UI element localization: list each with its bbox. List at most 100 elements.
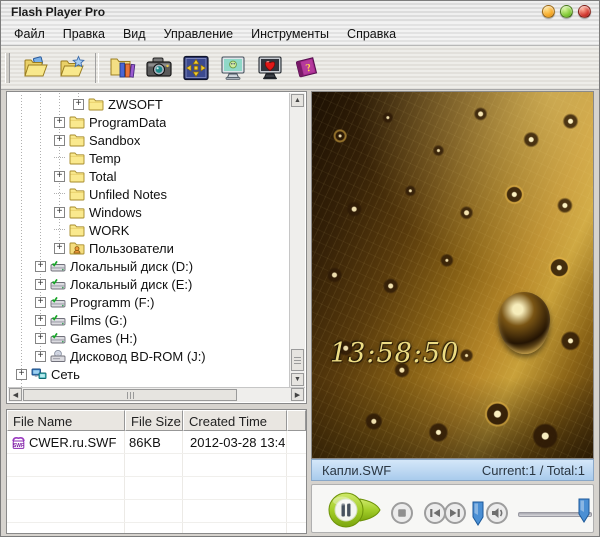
menu-help[interactable]: Справка: [338, 23, 405, 45]
menu-control[interactable]: Управление: [155, 23, 243, 45]
svg-text:SWF: SWF: [13, 443, 24, 449]
current-file-label: Капли.SWF: [322, 462, 392, 478]
stop-button[interactable]: [391, 502, 413, 524]
add-folder-button[interactable]: [54, 49, 91, 86]
previous-button[interactable]: [424, 502, 446, 524]
tree-item-2[interactable]: + Sandbox: [8, 131, 289, 149]
tree-item-7[interactable]: WORK: [8, 221, 289, 239]
expand-plus-icon[interactable]: +: [16, 368, 27, 380]
open-file-button[interactable]: [17, 49, 54, 86]
expand-plus-icon[interactable]: +: [54, 206, 65, 218]
wallpaper-button[interactable]: [251, 49, 288, 86]
minimize-button[interactable]: [542, 5, 555, 18]
scroll-left-button[interactable]: ◀: [9, 388, 22, 401]
tree-item-6[interactable]: + Windows: [8, 203, 289, 221]
volume-slider[interactable]: [518, 495, 592, 527]
app-window: Flash Player Pro Файл Правка Вид Управление…: [0, 0, 600, 537]
folder-icon: [69, 169, 85, 183]
volume-slider-thumb[interactable]: [578, 498, 590, 523]
tree-item-label: Локальный диск (D:): [70, 258, 194, 274]
camera-icon: [145, 55, 173, 81]
tree-item-15[interactable]: + Сеть: [8, 365, 289, 383]
playlist-counter: Current:1 / Total:1: [481, 462, 585, 478]
folder-tree: + ZWSOFT + ProgramData + Sandbox Temp + Total Unf…: [8, 93, 289, 387]
empty-row: [7, 500, 306, 523]
column-header-0[interactable]: File Name: [7, 410, 125, 431]
expand-plus-icon[interactable]: +: [54, 170, 65, 182]
tree-item-label: Локальный диск (E:): [70, 276, 193, 292]
down-arrow-icon: ▼: [294, 376, 301, 383]
next-button[interactable]: [444, 502, 466, 524]
tree-horizontal-scrollbar[interactable]: ◀ ▶: [8, 387, 305, 402]
toolbar-gripper[interactable]: [5, 52, 10, 83]
fullscreen-button[interactable]: [177, 49, 214, 86]
tree-item-1[interactable]: + ProgramData: [8, 113, 289, 131]
scroll-right-button[interactable]: ▶: [291, 388, 304, 401]
fullscreen-icon: [182, 55, 210, 81]
tree-item-10[interactable]: + Локальный диск (E:): [8, 275, 289, 293]
expand-plus-icon[interactable]: +: [35, 332, 46, 344]
expand-plus-icon[interactable]: +: [73, 98, 84, 110]
menu-view[interactable]: Вид: [114, 23, 155, 45]
menu-tools[interactable]: Инструменты: [242, 23, 338, 45]
play-pause-button[interactable]: [326, 490, 384, 530]
tree-item-14[interactable]: + Дисковод BD-ROM (J:): [8, 347, 289, 365]
tree-item-13[interactable]: + Games (H:): [8, 329, 289, 347]
column-header-1[interactable]: File Size: [125, 410, 183, 431]
expand-plus-icon[interactable]: +: [35, 314, 46, 326]
library-button[interactable]: [103, 49, 140, 86]
disk-icon: [50, 277, 66, 291]
scroll-up-button[interactable]: ▲: [291, 94, 304, 107]
scroll-down-button[interactable]: ▼: [291, 373, 304, 386]
file-name: CWER.ru.SWF: [29, 434, 117, 450]
empty-row: [7, 523, 306, 533]
column-header-filler: [287, 410, 306, 431]
tree-item-label: Unfiled Notes: [89, 186, 168, 202]
expand-plus-icon[interactable]: +: [35, 296, 46, 308]
tree-item-5[interactable]: Unfiled Notes: [8, 185, 289, 203]
expand-plus-icon[interactable]: +: [35, 260, 46, 272]
water-droplet: [498, 292, 550, 354]
flash-stage[interactable]: 13:58:50: [311, 91, 594, 459]
capture-button[interactable]: [140, 49, 177, 86]
file-list-body: SWF CWER.ru.SWF 86KB 2012-03-28 13:41: [7, 431, 306, 533]
volume-icon: [486, 502, 508, 524]
titlebar[interactable]: Flash Player Pro: [1, 1, 599, 23]
expand-plus-icon[interactable]: +: [35, 350, 46, 362]
menu-edit[interactable]: Правка: [54, 23, 114, 45]
file-list-panel: File Name File Size Created Time SWF CWER.r…: [6, 409, 307, 534]
expand-plus-icon[interactable]: +: [54, 242, 65, 254]
file-name-cell: SWF CWER.ru.SWF: [7, 431, 125, 453]
tree-item-0[interactable]: + ZWSOFT: [8, 95, 289, 113]
expand-plus-icon[interactable]: +: [54, 116, 65, 128]
tree-item-3[interactable]: Temp: [8, 149, 289, 167]
file-row[interactable]: SWF CWER.ru.SWF 86KB 2012-03-28 13:41: [7, 431, 306, 454]
tree-item-label: Сеть: [51, 366, 80, 382]
column-header-2[interactable]: Created Time: [183, 410, 287, 431]
progress-handle[interactable]: [472, 501, 484, 526]
users-folder-icon: [69, 241, 85, 255]
maximize-button[interactable]: [560, 5, 573, 18]
file-created: 2012-03-28 13:41: [183, 431, 287, 453]
screensaver-button[interactable]: [214, 49, 251, 86]
help-button[interactable]: ?: [288, 49, 325, 86]
horizontal-scroll-thumb[interactable]: [23, 389, 237, 401]
expand-plus-icon[interactable]: +: [35, 278, 46, 290]
folder-tree-panel: + ZWSOFT + ProgramData + Sandbox Temp + Total Unf…: [6, 91, 307, 404]
tree-item-9[interactable]: + Локальный диск (D:): [8, 257, 289, 275]
folder-star-icon: [59, 54, 87, 81]
monitor-heart-icon: [256, 55, 284, 81]
tree-item-11[interactable]: + Programm (F:): [8, 293, 289, 311]
disk-icon: [50, 295, 66, 309]
menu-file[interactable]: Файл: [5, 23, 54, 45]
tree-vertical-scrollbar[interactable]: ▲ ▼: [289, 93, 305, 387]
close-button[interactable]: [578, 5, 591, 18]
expand-plus-icon[interactable]: +: [54, 134, 65, 146]
file-list-header: File Name File Size Created Time: [7, 410, 306, 431]
volume-button[interactable]: [486, 502, 508, 524]
folder-icon: [69, 151, 85, 165]
tree-item-12[interactable]: + Films (G:): [8, 311, 289, 329]
tree-item-8[interactable]: + Пользователи: [8, 239, 289, 257]
tree-item-4[interactable]: + Total: [8, 167, 289, 185]
vertical-scroll-thumb[interactable]: [291, 349, 304, 371]
